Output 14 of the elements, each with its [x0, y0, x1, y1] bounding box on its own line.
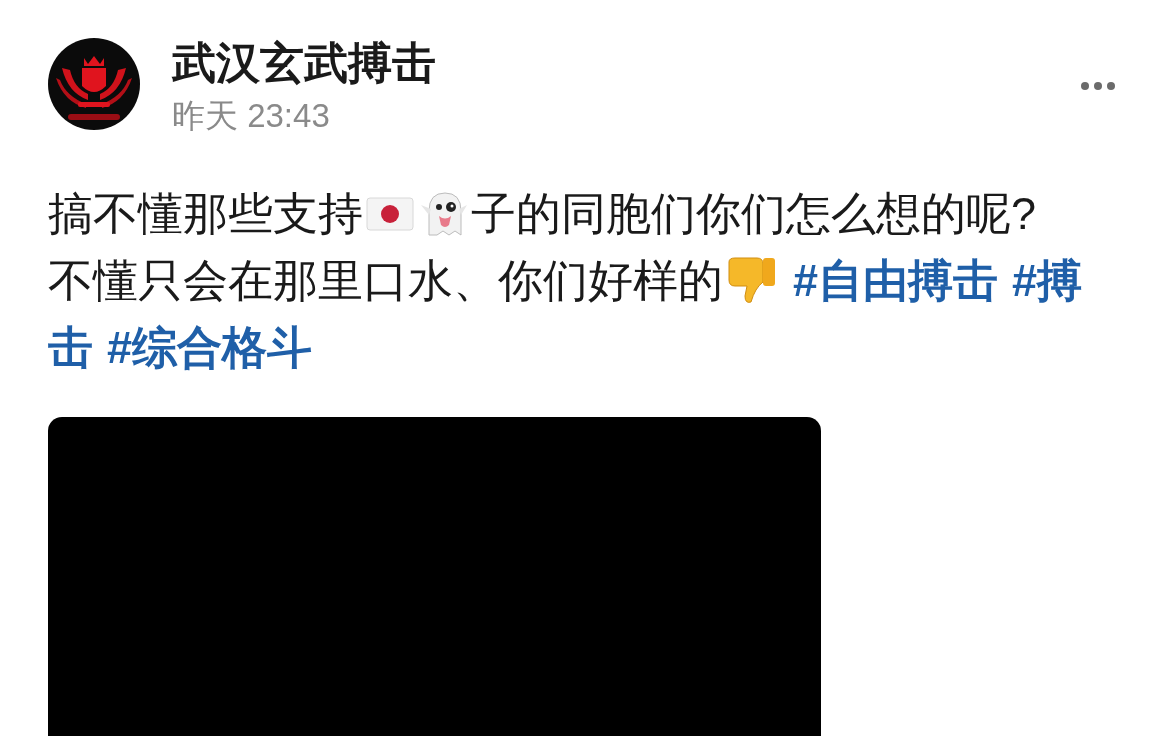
post-text: 搞不懂那些支持	[48, 187, 363, 241]
thumbs-down-icon	[725, 255, 777, 306]
post-time: 昨天 23:43	[172, 96, 330, 136]
hashtag-link[interactable]: 击	[48, 314, 93, 381]
more-options-icon[interactable]	[1080, 81, 1116, 91]
hashtag-link[interactable]: #搏	[1012, 247, 1083, 314]
ghost-icon	[419, 190, 469, 237]
hashtag-link[interactable]: #自由搏击	[793, 247, 999, 314]
post-text: 子的同胞们你们怎么想的呢?	[471, 187, 1037, 241]
avatar-logo[interactable]	[48, 38, 140, 130]
post-text: 不懂只会在那里口水、你们好样的	[48, 254, 723, 308]
japan-flag-icon	[365, 194, 415, 233]
hashtag-link[interactable]: #综合格斗	[107, 314, 313, 381]
author-name[interactable]: 武汉玄武搏击	[172, 38, 436, 88]
